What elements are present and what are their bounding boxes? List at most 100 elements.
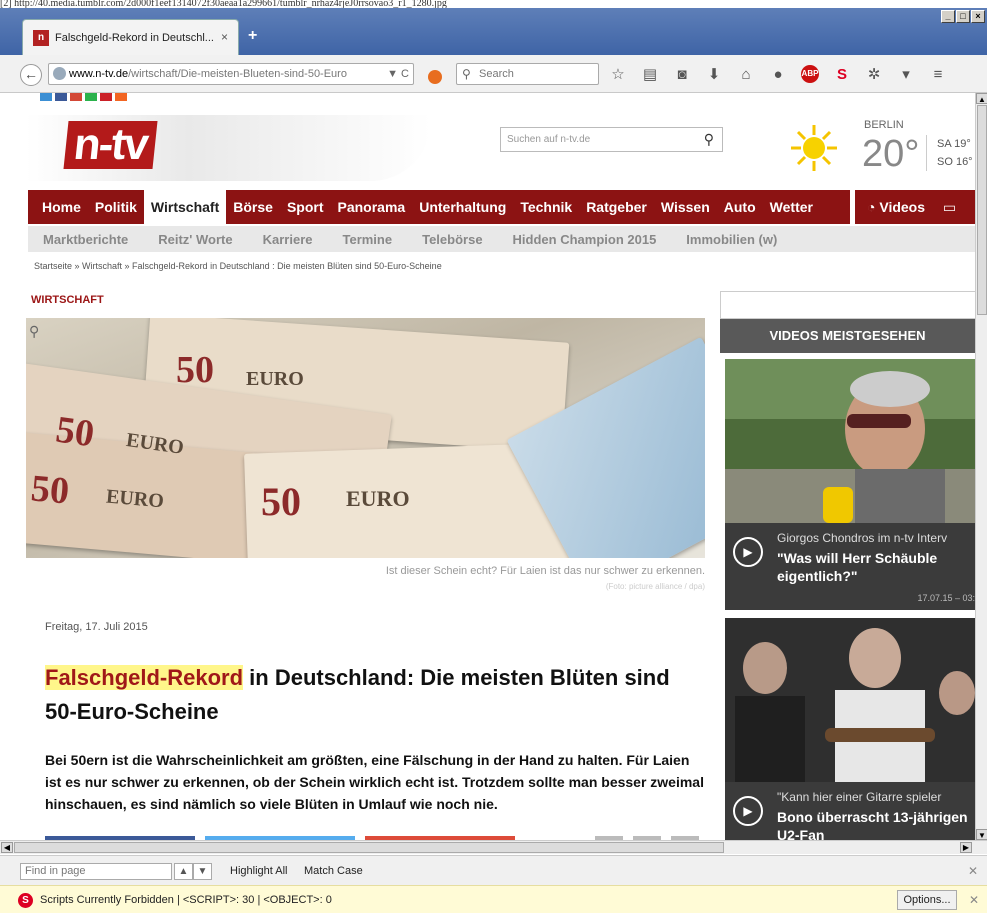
zoom-icon[interactable]: ⚲ <box>29 323 39 340</box>
subnav-item[interactable]: Reitz' Worte <box>143 232 247 247</box>
window-controls: _ □ × <box>941 10 985 23</box>
menu-icon[interactable]: ≡ <box>929 66 947 83</box>
video-thumbnail <box>725 359 975 523</box>
bookmark-star-icon[interactable]: ☆ <box>609 65 627 83</box>
close-icon[interactable]: ✕ <box>969 893 979 907</box>
scroll-down-arrow-icon[interactable]: ▼ <box>976 829 987 840</box>
video-title: Bono überrascht 13-jährigen <box>777 809 968 825</box>
find-next-icon[interactable]: ▼ <box>193 863 212 880</box>
browser-navbar: ← www.n-tv.de/wirtschaft/Die-meisten-Blu… <box>0 55 987 93</box>
pocket-icon[interactable]: ◙ <box>673 66 691 83</box>
video-teaser[interactable]: ▶ Giorgos Chondros im n-tv Interv "Was w… <box>725 359 975 610</box>
adblock-icon[interactable]: ABP <box>801 65 819 83</box>
nav-item-ratgeber[interactable]: Ratgeber <box>579 190 654 224</box>
whatsapp-icon[interactable] <box>85 93 97 101</box>
note-currency: EURO <box>246 368 304 390</box>
site-search-placeholder: Suchen auf n-tv.de <box>507 134 591 145</box>
note-value: 50 <box>29 467 71 513</box>
find-navigation: ▲ ▼ <box>174 863 212 880</box>
find-previous-icon[interactable]: ▲ <box>174 863 193 880</box>
chat-icon[interactable]: ● <box>769 66 787 83</box>
reading-list-icon[interactable]: ▤ <box>641 65 659 83</box>
nav-item-panorama[interactable]: Panorama <box>331 190 413 224</box>
subnav-item[interactable]: Immobilien (w) <box>671 232 792 247</box>
nav-item-technik[interactable]: Technik <box>513 190 579 224</box>
googleplus-icon[interactable] <box>70 93 82 101</box>
scroll-up-arrow-icon[interactable]: ▲ <box>976 93 987 104</box>
scroll-left-arrow-icon[interactable]: ◀ <box>1 842 13 853</box>
nav-item-home[interactable]: Home <box>28 190 88 224</box>
subnav-item[interactable]: Hidden Champion 2015 <box>498 232 672 247</box>
nav-item-boerse[interactable]: Börse <box>226 190 280 224</box>
pinterest-icon[interactable] <box>100 93 112 101</box>
play-icon[interactable]: ▶ <box>733 537 763 567</box>
site-search-input[interactable]: Suchen auf n-tv.de ⚲ <box>500 127 723 152</box>
highlight-all-button[interactable]: Highlight All <box>230 865 287 877</box>
forecast-day: SA 19° <box>937 138 971 150</box>
video-kicker: "Kann hier einer Gitarre spieler <box>777 790 942 804</box>
find-input[interactable]: Find in page <box>20 863 172 880</box>
options-button[interactable]: Options... <box>897 890 957 910</box>
minimize-button[interactable]: _ <box>941 10 955 23</box>
note-value: 50 <box>261 479 301 524</box>
url-bar[interactable]: www.n-tv.de/wirtschaft/Die-meisten-Bluet… <box>48 63 414 85</box>
nav-item-wetter[interactable]: Wetter <box>763 190 820 224</box>
facebook-icon[interactable] <box>55 93 67 101</box>
download-icon[interactable]: ⬇ <box>705 65 723 83</box>
browser-tab[interactable]: n Falschgeld-Rekord in Deutschl... × <box>22 19 239 55</box>
nav-item-wissen[interactable]: Wissen <box>654 190 717 224</box>
noscript-s-icon[interactable]: S <box>833 66 851 83</box>
site-logo[interactable]: n-tv <box>26 115 431 181</box>
match-case-button[interactable]: Match Case <box>304 865 363 877</box>
home-icon[interactable]: ⌂ <box>737 66 755 83</box>
note-currency: EURO <box>346 486 410 511</box>
nav-item-politik[interactable]: Politik <box>88 190 144 224</box>
video-title: "Was will Herr Schäuble <box>777 550 938 566</box>
nav-item-auto[interactable]: Auto <box>717 190 763 224</box>
noscript-statusbar: S Scripts Currently Forbidden | <SCRIPT>… <box>0 885 987 913</box>
video-timestamp: 17.07.15 – 03: <box>917 593 975 603</box>
hscrollbar-thumb[interactable] <box>14 842 724 853</box>
article-headline: Falschgeld-Rekord in Deutschland: Die me… <box>45 661 705 729</box>
nav-item-wirtschaft[interactable]: Wirtschaft <box>143 190 227 224</box>
rss-icon[interactable] <box>115 93 127 101</box>
image-credit: (Foto: picture alliance / dpa) <box>605 582 705 591</box>
vertical-scrollbar[interactable]: ▲ ▼ <box>975 93 987 840</box>
subnav-item[interactable]: Telebörse <box>407 232 497 247</box>
hero-image[interactable]: 50 EURO 50 EURO 50 EURO 50 EURO <box>26 318 705 558</box>
close-icon[interactable]: ✕ <box>968 864 978 878</box>
status-text: Scripts Currently Forbidden | <SCRIPT>: … <box>40 894 332 906</box>
scrollbar-thumb[interactable] <box>977 105 987 315</box>
globe-icon <box>53 67 66 80</box>
play-icon[interactable]: ▶ <box>733 796 763 826</box>
main-navigation: Home Politik Wirtschaft Börse Sport Pano… <box>28 190 850 224</box>
scroll-right-arrow-icon[interactable]: ▶ <box>960 842 972 853</box>
tab-close-icon[interactable]: × <box>221 30 228 44</box>
sidebar-heading: VIDEOS MEISTGESEHEN <box>720 319 975 353</box>
dropdown-icon[interactable]: ▾ <box>897 65 915 83</box>
subnav-item[interactable]: Marktberichte <box>28 232 143 247</box>
new-tab-button[interactable]: + <box>248 27 257 45</box>
back-arrow-icon[interactable]: ← <box>20 64 42 86</box>
browser-search-input[interactable]: ⚲ Search <box>456 63 599 85</box>
close-window-button[interactable]: × <box>971 10 985 23</box>
subnav-item[interactable]: Karriere <box>248 232 328 247</box>
site-search-icon[interactable]: ⚲ <box>704 128 714 151</box>
horizontal-scrollbar[interactable]: ◀ ▶ <box>0 840 987 854</box>
subnav-item[interactable]: Termine <box>327 232 407 247</box>
extension-icon[interactable]: ✲ <box>865 65 883 83</box>
maximize-button[interactable]: □ <box>956 10 970 23</box>
reload-icon[interactable]: ▼ C <box>387 64 409 84</box>
social-icons <box>40 93 127 101</box>
sidebar-ad-box <box>720 291 975 319</box>
video-teaser[interactable]: ▶ "Kann hier einer Gitarre spieler Bono … <box>725 618 975 840</box>
nav-item-sport[interactable]: Sport <box>280 190 331 224</box>
noscript-icon[interactable] <box>428 70 442 84</box>
image-caption: Ist dieser Schein echt? Für Laien ist da… <box>385 565 705 577</box>
browser-titlebar: _ □ × n Falschgeld-Rekord in Deutschl...… <box>0 8 987 55</box>
tab-title: Falschgeld-Rekord in Deutschl... <box>55 31 214 44</box>
sun-weather-icon <box>791 125 837 171</box>
nav-item-videos[interactable]: ◔ Videos ▭ <box>855 190 975 224</box>
nav-item-unterhaltung[interactable]: Unterhaltung <box>412 190 513 224</box>
twitter-icon[interactable] <box>40 93 52 101</box>
